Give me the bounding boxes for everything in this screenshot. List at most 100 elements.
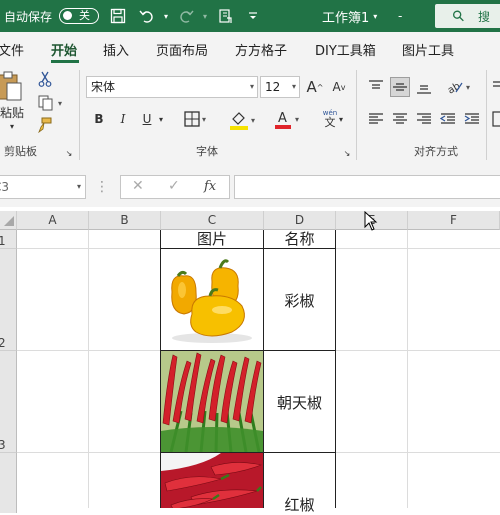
cell-d2[interactable]: 彩椒 [264, 290, 335, 311]
tab-page-layout[interactable]: 页面布局 [156, 40, 208, 59]
chaotian-pepper-image[interactable] [161, 351, 263, 452]
bold-button[interactable]: B [90, 109, 108, 129]
autosave-state: 关 [79, 9, 90, 22]
ribbon-tabs: 文件 开始 插入 页面布局 方方格子 DIY工具箱 图片工具 [0, 32, 500, 63]
grow-letter: A [306, 78, 317, 96]
align-left-icon[interactable] [366, 109, 386, 129]
undo-dropdown-icon[interactable]: ▾ [156, 6, 176, 26]
name-box-value: C3 [0, 180, 10, 194]
save-icon[interactable] [108, 6, 128, 26]
paste-dropdown-icon[interactable]: ▾ [4, 120, 20, 132]
tab-ffgz[interactable]: 方方格子 [235, 40, 287, 59]
column-header-d[interactable]: D [264, 211, 336, 230]
search-icon: ⚲ [448, 5, 469, 27]
row-number: 3 [0, 438, 6, 452]
alignment-group-label: 对齐方式 [414, 145, 458, 158]
font-name-box[interactable]: 宋体 ▾ [86, 76, 258, 98]
gridline [407, 230, 408, 508]
redo-icon[interactable] [176, 6, 196, 26]
touch-mode-icon[interactable] [216, 6, 236, 26]
title-dropdown-icon[interactable]: ▾ [373, 12, 377, 21]
name-box[interactable]: C3 ▾ [0, 175, 86, 199]
column-header-f[interactable]: F [408, 211, 500, 230]
align-middle-icon[interactable] [390, 77, 410, 97]
cell-c1-header[interactable]: 图片 [161, 230, 263, 249]
row-header-4[interactable] [0, 453, 17, 513]
row-header-1[interactable]: 1 [0, 230, 17, 249]
font-color-icon[interactable]: A ▾ [266, 108, 306, 130]
decrease-font-icon[interactable]: Av [329, 77, 349, 97]
italic-button[interactable]: I [114, 109, 132, 129]
paste-icon[interactable] [0, 70, 24, 104]
underline-button[interactable]: U [138, 109, 156, 129]
borders-icon[interactable]: ▾ [176, 109, 214, 129]
clipboard-launcher-icon[interactable]: ↘ [64, 148, 74, 158]
redo-dropdown-icon[interactable]: ▾ [195, 6, 215, 26]
wrap-text-icon[interactable] [490, 77, 500, 97]
increase-font-icon[interactable]: A ^ [305, 77, 325, 97]
phonetic-dropdown-icon[interactable]: ▾ [336, 113, 346, 125]
align-right-icon[interactable] [414, 109, 434, 129]
insert-function-button[interactable]: fx [204, 179, 216, 194]
paste-button[interactable]: 粘贴 [0, 104, 26, 120]
formula-bar-grip-icon[interactable]: ⋮ [95, 178, 109, 196]
row-header-2[interactable]: 2 [0, 249, 17, 351]
group-separator [486, 70, 487, 160]
cell-d4[interactable]: 红椒 [264, 494, 335, 515]
orientation-icon[interactable]: ab ▾ [440, 77, 476, 97]
underline-dropdown-icon[interactable]: ▾ [156, 113, 166, 125]
tab-file[interactable]: 文件 [0, 40, 24, 59]
tab-insert[interactable]: 插入 [103, 40, 129, 59]
mouse-cursor-icon [364, 210, 378, 231]
cancel-entry-button[interactable]: ✕ [132, 178, 144, 194]
yellow-pepper-image[interactable] [162, 252, 260, 348]
name-box-dropdown-icon[interactable]: ▾ [77, 176, 81, 198]
table-border [263, 230, 264, 508]
copy-icon[interactable]: ▾ [34, 94, 66, 112]
row-number: 1 [0, 234, 6, 248]
column-header-a[interactable]: A [17, 211, 89, 230]
align-top-icon[interactable] [366, 77, 386, 97]
font-size-value: 12 [265, 80, 281, 94]
fill-color-icon[interactable]: ▾ [222, 109, 262, 131]
customize-toolbar-icon[interactable] [243, 6, 263, 26]
font-launcher-icon[interactable]: ↘ [342, 148, 352, 158]
cell-d3[interactable]: 朝天椒 [264, 392, 335, 413]
select-all-button[interactable] [0, 211, 17, 230]
font-name-dropdown-icon[interactable]: ▾ [250, 77, 254, 97]
font-name-value: 宋体 [91, 80, 116, 94]
clipboard-group-label: 剪贴板 [4, 145, 37, 158]
merge-center-icon[interactable] [490, 109, 500, 129]
font-group-label: 字体 [196, 145, 218, 158]
cell-d1-header[interactable]: 名称 [264, 230, 335, 249]
group-separator [79, 70, 80, 160]
font-size-box[interactable]: 12 ▾ [260, 76, 300, 98]
row-number: 2 [0, 336, 6, 350]
tab-home[interactable]: 开始 [51, 40, 77, 59]
row-header-3[interactable]: 3 [0, 351, 17, 453]
document-title: 工作簿1 ▾ [322, 0, 377, 32]
red-pepper-image[interactable] [161, 453, 263, 508]
undo-icon[interactable] [137, 6, 157, 26]
decrease-indent-icon[interactable] [438, 109, 458, 129]
autosave-toggle[interactable]: 关 [59, 8, 99, 24]
align-center-icon[interactable] [390, 109, 410, 129]
align-bottom-icon[interactable] [414, 77, 434, 97]
formula-input[interactable] [234, 175, 500, 199]
column-header-c[interactable]: C [161, 211, 264, 230]
phonetic-bottom: 文 [324, 116, 336, 129]
doc-title-text: 工作簿1 [322, 10, 370, 26]
format-painter-icon[interactable] [34, 116, 54, 134]
autosave-label: 自动保存 [4, 9, 53, 24]
title-separator: - [398, 9, 403, 23]
search-box[interactable]: ⚲ 搜 [435, 4, 500, 28]
increase-indent-icon[interactable] [462, 109, 482, 129]
tab-diy-toolbox[interactable]: DIY工具箱 [315, 40, 376, 59]
tab-picture-tools[interactable]: 图片工具 [402, 40, 454, 59]
column-header-b[interactable]: B [89, 211, 161, 230]
table-border [335, 230, 336, 508]
font-size-dropdown-icon[interactable]: ▾ [292, 77, 296, 97]
confirm-entry-button[interactable]: ✓ [168, 178, 180, 194]
svg-text:ab: ab [446, 81, 462, 95]
cut-icon[interactable] [36, 70, 54, 88]
